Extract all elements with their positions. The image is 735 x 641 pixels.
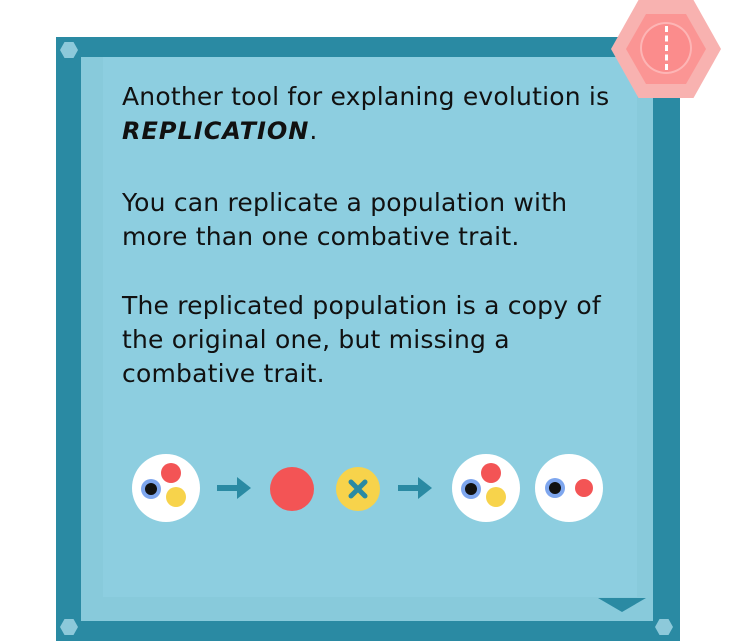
intro-period: .	[309, 116, 318, 145]
para3-line2: the original one, but missing a	[122, 325, 510, 354]
population-copy-original	[452, 454, 520, 522]
trait-red	[481, 463, 501, 483]
trait-red-removed	[270, 467, 314, 511]
right-arrow-icon	[398, 477, 432, 499]
paragraph-2: You can replicate a population with more…	[122, 186, 567, 254]
trait-yellow	[486, 487, 506, 507]
para3-line3: combative trait.	[122, 359, 325, 388]
trait-black	[145, 483, 157, 495]
intro-line: Another tool for explaning evolution is	[122, 82, 610, 111]
paragraph-3: The replicated population is a copy of t…	[122, 289, 601, 391]
down-arrow-icon[interactable]	[598, 598, 646, 612]
x-icon	[336, 467, 380, 511]
para2-line1: You can replicate a population with	[122, 188, 568, 217]
right-arrow-icon	[217, 477, 251, 499]
trait-black	[465, 483, 477, 495]
badge-dashed-line	[665, 26, 668, 70]
trait-black	[549, 482, 561, 494]
keyword-replication: REPLICATION	[122, 117, 310, 145]
trait-red	[161, 463, 181, 483]
population-original	[132, 454, 200, 522]
trait-red	[575, 479, 593, 497]
population-replicated	[535, 454, 603, 522]
intro-text: Another tool for explaning evolution is …	[122, 80, 609, 148]
para3-line1: The replicated population is a copy of	[122, 291, 601, 320]
para2-line2: more than one combative trait.	[122, 222, 520, 251]
x-mark	[348, 479, 368, 499]
trait-yellow	[166, 487, 186, 507]
